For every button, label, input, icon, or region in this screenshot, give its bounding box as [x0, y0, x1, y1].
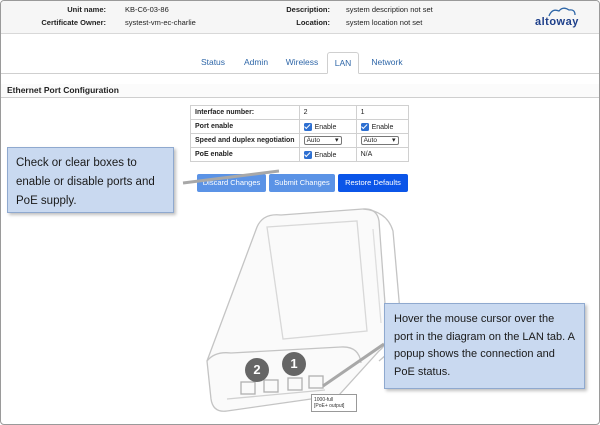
callout-pointer-left [182, 169, 280, 185]
screenshot-frame: Unit name: KB-C6-03-86 Certificate Owner… [0, 0, 600, 425]
callout-checkbox-tip: Check or clear boxes to enable or disabl… [7, 147, 174, 213]
popup-poe: [PoE+ output] [314, 403, 345, 409]
device-illustration [206, 208, 402, 412]
port-status-popup: 1000-full [PoE+ output] [311, 394, 357, 412]
port-1-marker[interactable]: 1 [282, 352, 306, 376]
port-2-marker[interactable]: 2 [245, 358, 269, 382]
callout-hover-tip: Hover the mouse cursor over the port in … [384, 303, 585, 389]
